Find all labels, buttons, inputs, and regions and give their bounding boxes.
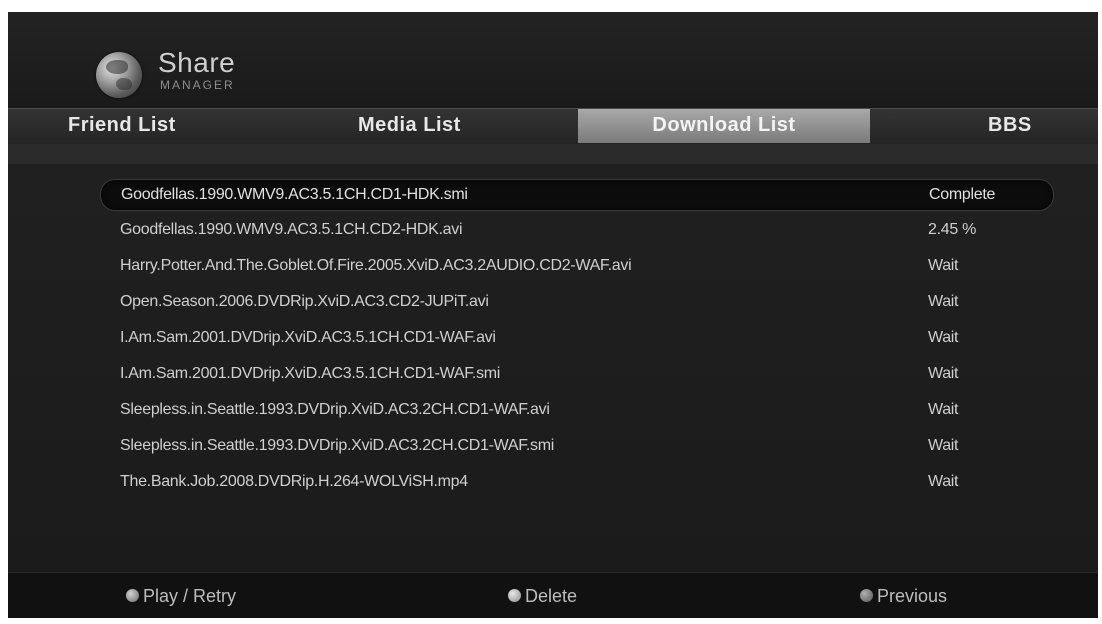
footer-controls: Play / Retry Delete Previous [8,572,1098,618]
download-filename: Goodfellas.1990.WMV9.AC3.5.1CH.CD2-HDK.a… [120,221,463,238]
tab-media-list[interactable]: Media List [358,109,461,143]
delete-button[interactable]: Delete [508,585,577,607]
download-filename: I.Am.Sam.2001.DVDrip.XviD.AC3.5.1CH.CD1-… [120,365,501,382]
download-row[interactable]: Goodfellas.1990.WMV9.AC3.5.1CH.CD1-HDK.s… [100,179,1054,211]
download-list: Goodfellas.1990.WMV9.AC3.5.1CH.CD1-HDK.s… [8,164,1098,572]
tab-download-list[interactable]: Download List [578,109,870,143]
download-filename: Sleepless.in.Seattle.1993.DVDrip.XviD.AC… [120,437,555,454]
download-status: Wait [928,401,959,418]
download-row[interactable]: Harry.Potter.And.The.Goblet.Of.Fire.2005… [100,251,1052,281]
tab-bar: Friend List Media List Download List BBS [8,108,1098,145]
download-filename: The.Bank.Job.2008.DVDRip.H.264-WOLViSH.m… [120,473,468,490]
app-header: Share MANAGER [8,12,1098,108]
delete-label: Delete [525,586,578,606]
previous-label: Previous [877,586,948,606]
download-row[interactable]: I.Am.Sam.2001.DVDrip.XviD.AC3.5.1CH.CD1-… [100,359,1052,389]
download-filename: Harry.Potter.And.The.Goblet.Of.Fire.2005… [120,257,632,274]
globe-icon [96,52,142,98]
download-status: Wait [928,329,959,346]
download-status: Wait [928,293,959,310]
previous-button[interactable]: Previous [860,585,947,607]
app-subtitle: MANAGER [160,78,235,92]
download-row[interactable]: Sleepless.in.Seattle.1993.DVDrip.XviD.AC… [100,431,1052,461]
download-row[interactable]: The.Bank.Job.2008.DVDRip.H.264-WOLViSH.m… [100,467,1052,497]
delete-button-dot-icon [508,589,521,603]
download-status: Wait [928,473,959,490]
previous-button-dot-icon [860,589,873,603]
play-retry-label: Play / Retry [143,586,237,606]
download-filename: I.Am.Sam.2001.DVDrip.XviD.AC3.5.1CH.CD1-… [120,329,496,346]
download-status: Wait [928,365,959,382]
app-title: Share [158,47,236,78]
tab-bbs[interactable]: BBS [988,109,1032,143]
download-filename: Open.Season.2006.DVDRip.XviD.AC3.CD2-JUP… [120,293,489,310]
download-row[interactable]: Sleepless.in.Seattle.1993.DVDrip.XviD.AC… [100,395,1052,425]
download-status: Complete [929,186,996,203]
download-row[interactable]: Goodfellas.1990.WMV9.AC3.5.1CH.CD2-HDK.a… [100,215,1052,245]
tab-underline-strip [8,144,1098,164]
download-filename: Sleepless.in.Seattle.1993.DVDrip.XviD.AC… [120,401,550,418]
play-retry-button[interactable]: Play / Retry [126,585,236,607]
download-filename: Goodfellas.1990.WMV9.AC3.5.1CH.CD1-HDK.s… [121,186,468,203]
download-row[interactable]: I.Am.Sam.2001.DVDrip.XviD.AC3.5.1CH.CD1-… [100,323,1052,353]
share-manager-screen: Share MANAGER Friend List Media List Dow… [8,12,1098,618]
download-status: 2.45 % [928,221,977,238]
download-row[interactable]: Open.Season.2006.DVDRip.XviD.AC3.CD2-JUP… [100,287,1052,317]
tab-friend-list[interactable]: Friend List [68,109,176,143]
download-status: Wait [928,437,959,454]
download-status: Wait [928,257,959,274]
play-button-dot-icon [126,589,139,603]
